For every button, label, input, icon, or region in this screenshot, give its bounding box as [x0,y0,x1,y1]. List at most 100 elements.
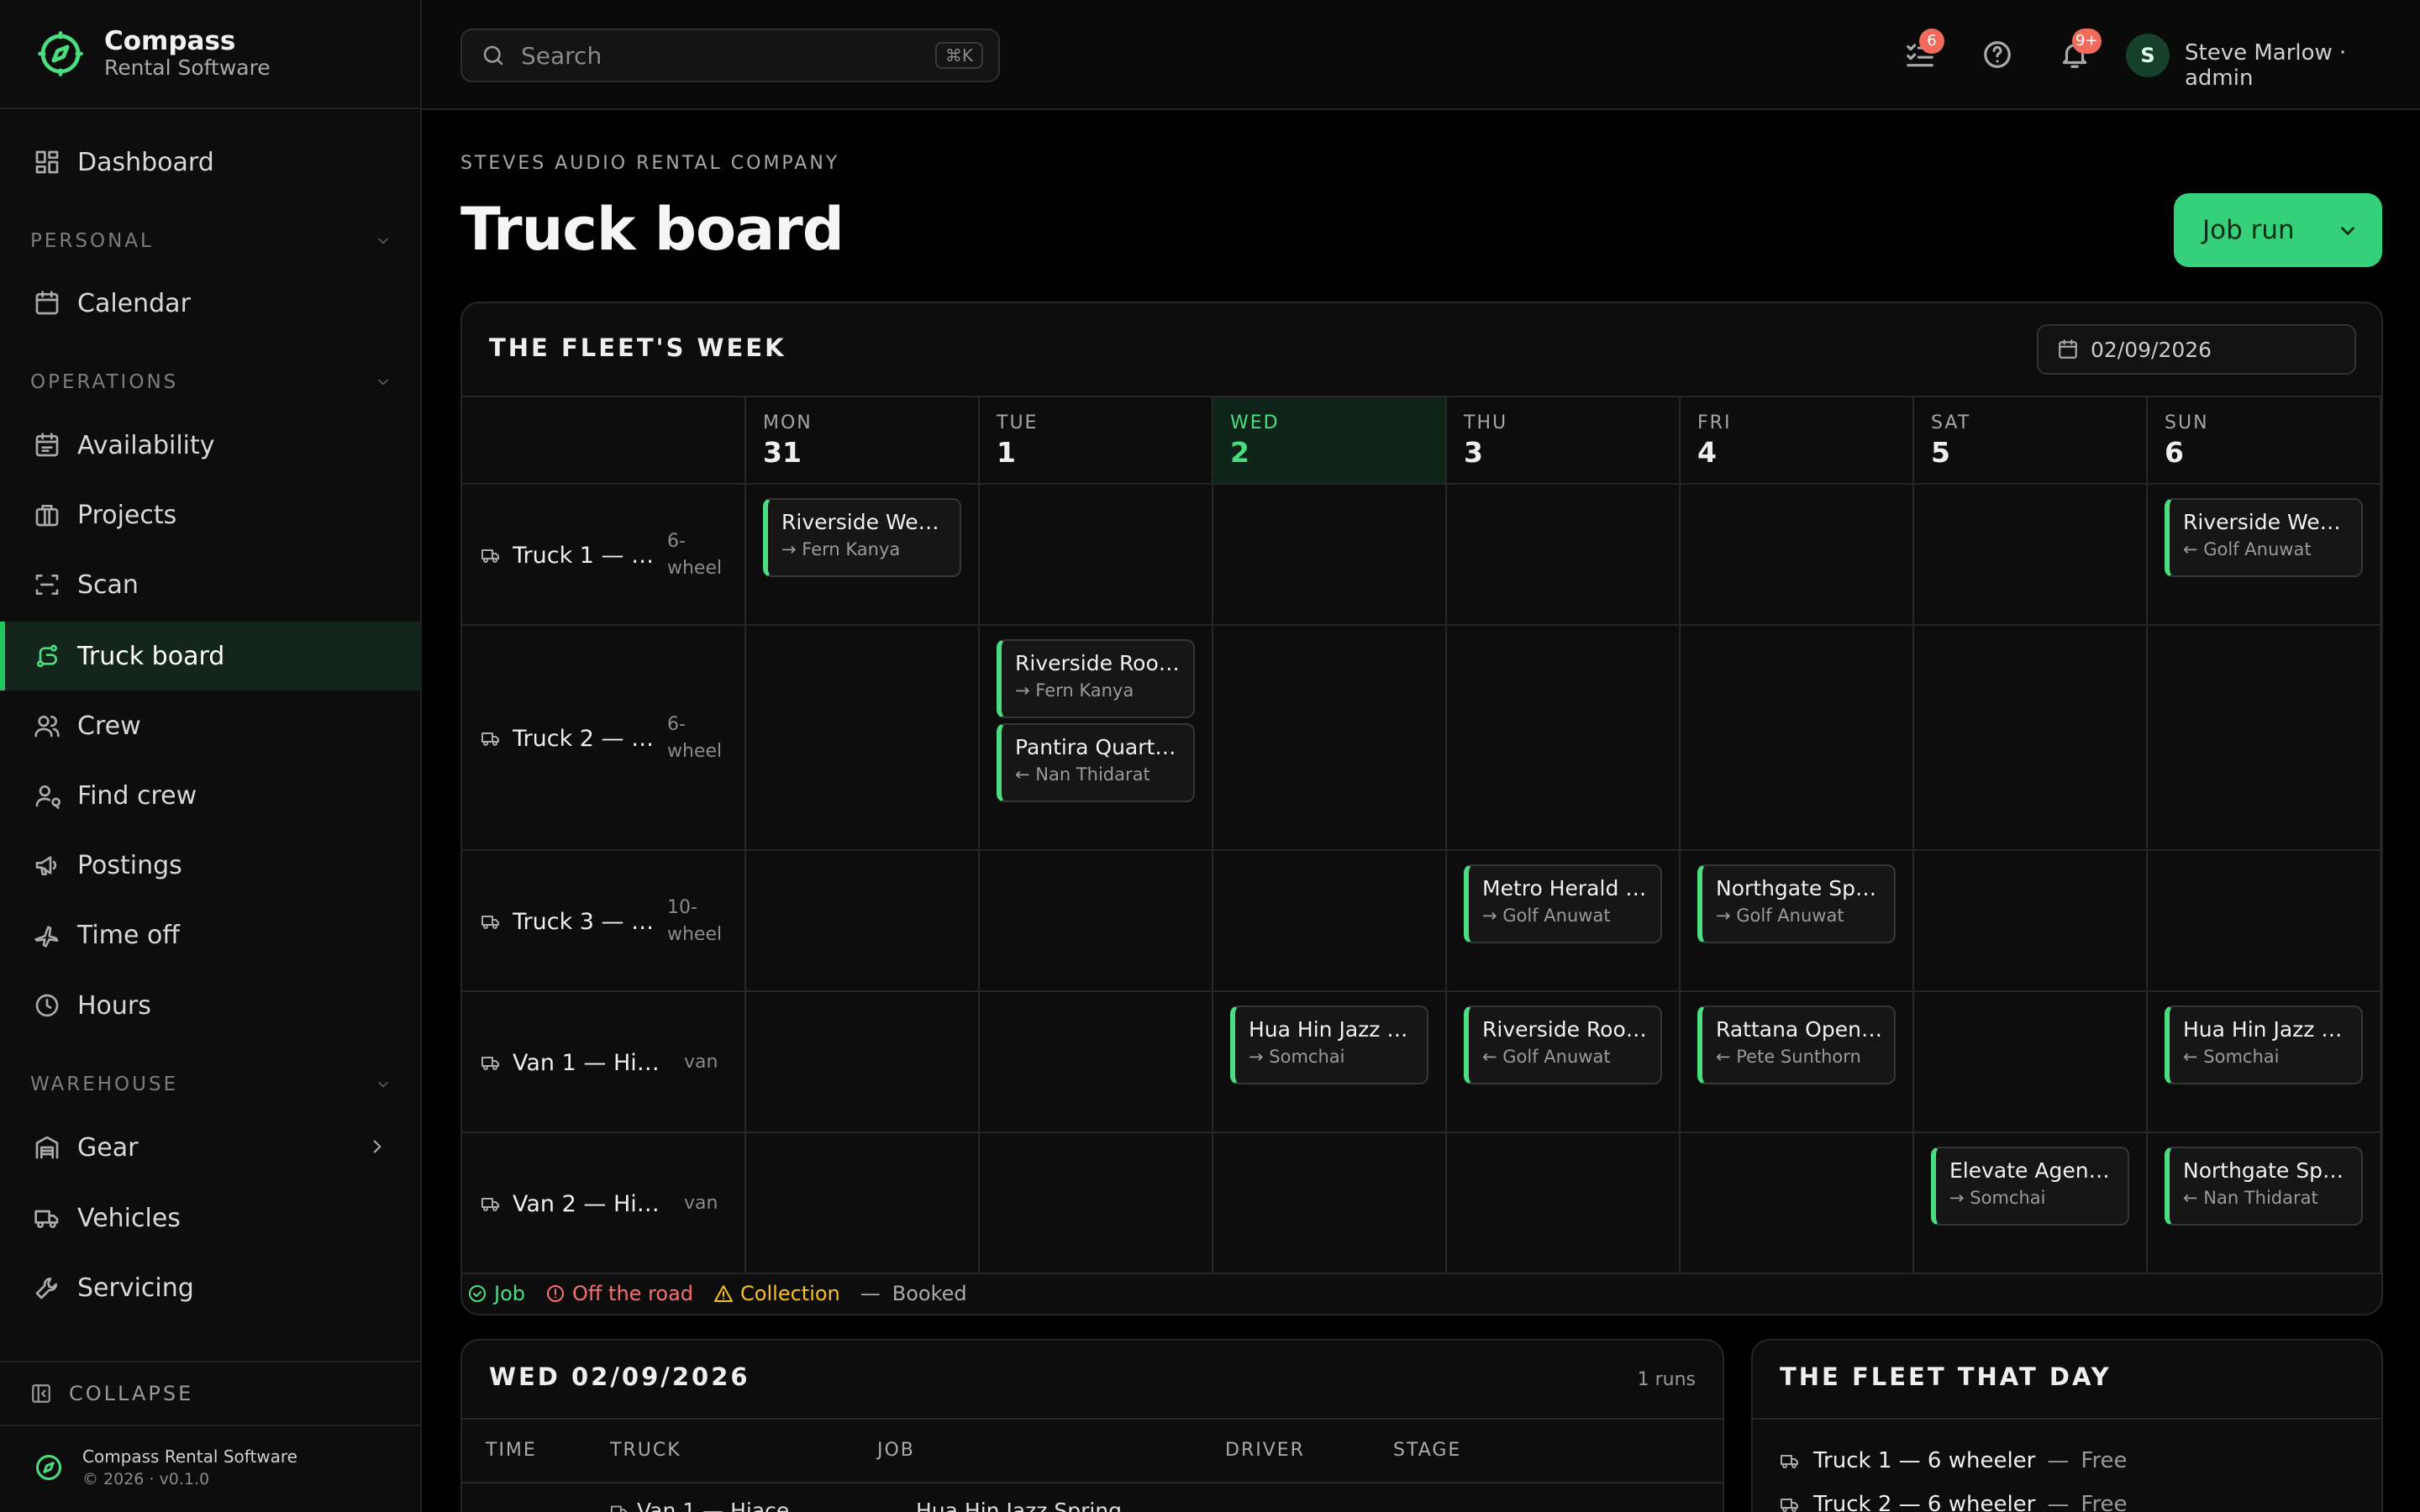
sidebar-item-gear[interactable]: Gear [0,1113,422,1182]
day-number: 1 [997,436,1016,469]
fleet-row[interactable]: Truck 2 — 6 wheeler — Free [1780,1492,2128,1512]
day-cell[interactable] [746,992,980,1133]
user-search-icon [34,782,60,809]
day-cell[interactable] [1914,485,2148,626]
day-cell[interactable] [1681,626,1914,851]
sidebar-item-truck-board[interactable]: Truck board [0,622,422,690]
day-cell[interactable] [1914,626,2148,851]
day-cell[interactable] [980,851,1213,992]
job-card[interactable]: Riverside Rooft... ← Golf Anuwat [1464,1005,1662,1084]
user-menu[interactable]: Steve Marlow · admin [2185,40,2420,91]
vehicle-label[interactable]: Van 2 — Hiace van [462,1133,746,1274]
column-header-time[interactable]: TIME [486,1440,537,1461]
job-card[interactable]: Northgate Sprin... → Golf Anuwat [1697,864,1896,943]
job-card[interactable]: Elevate Agency ... → Somchai [1931,1147,2129,1226]
chevron-right-icon [366,1136,388,1158]
job-card[interactable]: Hua Hin Jazz Spr... ← Somchai [2165,1005,2363,1084]
job-card[interactable]: Riverside Rooft... → Fern Kanya [997,639,1195,718]
sidebar-item-label: Dashboard [77,147,214,177]
sidebar-item-projects[interactable]: Projects [0,480,422,549]
day-cell[interactable] [746,851,980,992]
table-row-job[interactable]: Hua Hin Jazz Spring [916,1499,1122,1512]
job-card[interactable]: Riverside Wedd... ← Golf Anuwat [2165,498,2363,577]
vehicle-label[interactable]: Truck 2 — 6 w... 6- wheel [462,626,746,851]
job-card[interactable]: Northgate Sprin... ← Nan Thidarat [2165,1147,2363,1226]
day-cell[interactable] [2148,851,2381,992]
day-cell[interactable] [746,1133,980,1274]
collapse-sidebar-button[interactable]: COLLAPSE [0,1361,422,1426]
day-cell[interactable] [1213,851,1447,992]
job-card[interactable]: Rattana Open D... ← Pete Sunthorn [1697,1005,1896,1084]
day-cell[interactable] [1213,1133,1447,1274]
sidebar-item-servicing[interactable]: Servicing [0,1253,422,1322]
vehicle-type: van [684,1052,718,1074]
avatar[interactable]: S [2126,34,2170,77]
day-cell[interactable] [1681,1133,1914,1274]
sidebar-item-label: Gear [77,1132,139,1163]
job-card-title: Riverside Wedd... [2183,510,2361,534]
sidebar-item-scan[interactable]: Scan [0,550,422,619]
fleet-row[interactable]: Truck 1 — 6 wheeler — Free [1780,1448,2128,1473]
section-warehouse[interactable]: WAREHOUSE [30,1074,392,1095]
day-header-fri[interactable]: FRI 4 [1681,397,1914,485]
job-card[interactable]: Riverside Wedd... → Fern Kanya [763,498,961,577]
day-cell[interactable] [1213,626,1447,851]
job-run-button[interactable]: Job run [2174,193,2382,267]
job-card-driver: → Fern Kanya [1015,680,1134,701]
section-personal[interactable]: PERSONAL [30,230,392,252]
day-cell[interactable] [980,992,1213,1133]
sidebar-item-calendar[interactable]: Calendar [0,269,422,338]
sidebar-item-hours[interactable]: Hours [0,971,422,1040]
sidebar-item-availability[interactable]: Availability [0,411,422,480]
vehicle-label[interactable]: Truck 3 — 10 ... 10- wheel [462,851,746,992]
day-cell[interactable] [1914,992,2148,1133]
day-cell[interactable] [980,1133,1213,1274]
column-header-truck[interactable]: TRUCK [610,1440,681,1461]
section-operations[interactable]: OPERATIONS [30,371,392,393]
day-header-thu[interactable]: THU 3 [1447,397,1681,485]
column-header-job[interactable]: JOB [877,1440,915,1461]
vehicle-label[interactable]: Van 1 — Hiace van [462,992,746,1133]
day-cell[interactable] [1447,485,1681,626]
job-card[interactable]: Hua Hin Jazz Spr... → Somchai [1230,1005,1428,1084]
day-cell[interactable] [1447,1133,1681,1274]
job-card[interactable]: Metro Herald N... → Golf Anuwat [1464,864,1662,943]
vehicle-row-header: Van 1 — Hiace van [462,992,746,1133]
day-header-tue[interactable]: TUE 1 [980,397,1213,485]
week-date-input[interactable]: 02/09/2026 [2037,324,2356,375]
plane-icon [34,921,60,948]
day-cell[interactable] [980,485,1213,626]
table-row-truck[interactable]: Van 1 — Hiace [610,1499,789,1512]
day-header-wed[interactable]: WED 2 [1213,397,1447,485]
job-card-driver: → Somchai [1949,1188,2046,1208]
search-input[interactable]: Search ⌘K [460,29,1000,82]
row-truck-name: Van 1 — Hiace [637,1499,790,1512]
legend-off-road: Off the road [545,1282,693,1305]
day-header-sat[interactable]: SAT 5 [1914,397,2148,485]
brand[interactable]: Compass Rental Software [0,0,420,109]
day-cell[interactable] [1213,485,1447,626]
sidebar-item-time-off[interactable]: Time off [0,900,422,969]
column-header-driver[interactable]: DRIVER [1225,1440,1305,1461]
day-cell[interactable] [1681,485,1914,626]
job-card-driver: ← Nan Thidarat [2183,1188,2318,1208]
vehicle-label[interactable]: Truck 1 — 6 w... 6- wheel [462,485,746,626]
chevron-down-icon[interactable] [2337,220,2359,242]
sidebar-item-find-crew[interactable]: Find crew [0,761,422,830]
sidebar-item-label: Scan [77,570,139,600]
day-cell[interactable] [2148,626,2381,851]
sidebar-item-dashboard[interactable]: Dashboard [0,128,422,197]
day-cell[interactable] [1447,626,1681,851]
sidebar-item-vehicles[interactable]: Vehicles [0,1184,422,1252]
day-header-mon[interactable]: MON 31 [746,397,980,485]
column-header-stage[interactable]: STAGE [1393,1440,1461,1461]
day-header-sun[interactable]: SUN 6 [2148,397,2381,485]
day-cell[interactable] [746,626,980,851]
sidebar-item-crew[interactable]: Crew [0,691,422,760]
day-cell[interactable] [1914,851,2148,992]
job-card[interactable]: Pantira Quarterl... ← Nan Thidarat [997,723,1195,802]
briefcase-icon [34,501,60,528]
wrench-icon [34,1274,60,1301]
help-icon[interactable] [1981,39,2013,71]
sidebar-item-postings[interactable]: Postings [0,831,422,900]
